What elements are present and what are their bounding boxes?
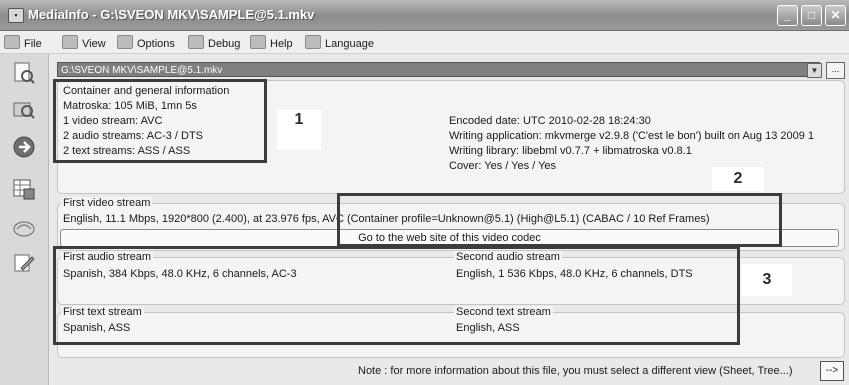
maximize-button[interactable]: □ bbox=[801, 5, 822, 26]
edit-button[interactable] bbox=[10, 250, 38, 276]
sheet-view-button[interactable] bbox=[10, 176, 38, 202]
menu-bar: File View Options Debug Help Language bbox=[0, 31, 849, 54]
export-icon bbox=[13, 136, 35, 158]
file-path-select[interactable]: G:\SVEON MKV\SAMPLE@5.1.mkv bbox=[57, 62, 820, 77]
menu-options[interactable]: Options bbox=[117, 35, 175, 51]
highlight-box-general bbox=[53, 79, 267, 163]
language-icon bbox=[305, 35, 321, 49]
view-icon bbox=[62, 35, 78, 49]
window-title: MediaInfo - G:\SVEON MKV\SAMPLE@5.1.mkv bbox=[28, 7, 315, 22]
close-button[interactable]: ✕ bbox=[825, 5, 846, 26]
browse-more-button[interactable]: ... bbox=[826, 62, 845, 79]
sheet-icon bbox=[13, 179, 35, 200]
general-detail: Writing application: mkvmerge v2.9.8 ('C… bbox=[449, 130, 815, 142]
about-button[interactable] bbox=[10, 216, 38, 242]
options-icon bbox=[117, 35, 133, 49]
export-button[interactable] bbox=[10, 134, 38, 160]
about-icon bbox=[13, 221, 35, 237]
annotation-number: 2 bbox=[712, 167, 764, 191]
annotation-number: 3 bbox=[742, 264, 792, 296]
highlight-box-video bbox=[337, 193, 782, 247]
menu-help[interactable]: Help bbox=[250, 35, 293, 51]
open-file-button[interactable] bbox=[10, 60, 38, 86]
general-detail: Writing library: libebml v0.7.7 + libmat… bbox=[449, 145, 692, 157]
help-icon bbox=[250, 35, 266, 49]
file-icon bbox=[4, 35, 20, 49]
menu-debug[interactable]: Debug bbox=[188, 35, 240, 51]
general-detail: Cover: Yes / Yes / Yes bbox=[449, 160, 557, 172]
edit-icon bbox=[14, 254, 35, 272]
open-folder-icon bbox=[13, 102, 35, 119]
minimize-button[interactable]: _ bbox=[777, 5, 798, 26]
highlight-box-audio-text bbox=[53, 246, 740, 345]
next-view-button[interactable]: --> bbox=[820, 361, 844, 381]
open-file-icon bbox=[14, 62, 35, 84]
open-folder-button[interactable] bbox=[10, 96, 38, 122]
view-note: Note : for more information about this f… bbox=[358, 365, 793, 377]
general-detail: Encoded date: UTC 2010-02-28 18:24:30 bbox=[449, 115, 651, 127]
title-bar: ▪ MediaInfo - G:\SVEON MKV\SAMPLE@5.1.mk… bbox=[0, 0, 849, 31]
annotation-number: 1 bbox=[277, 110, 321, 150]
app-icon: ▪ bbox=[8, 8, 24, 23]
chevron-down-icon[interactable]: ▼ bbox=[807, 63, 822, 78]
menu-view[interactable]: View bbox=[62, 35, 106, 51]
sidebar bbox=[0, 54, 49, 385]
menu-language[interactable]: Language bbox=[305, 35, 374, 51]
menu-file[interactable]: File bbox=[4, 35, 42, 51]
debug-icon bbox=[188, 35, 204, 49]
video-stream-title: First video stream bbox=[61, 197, 153, 209]
